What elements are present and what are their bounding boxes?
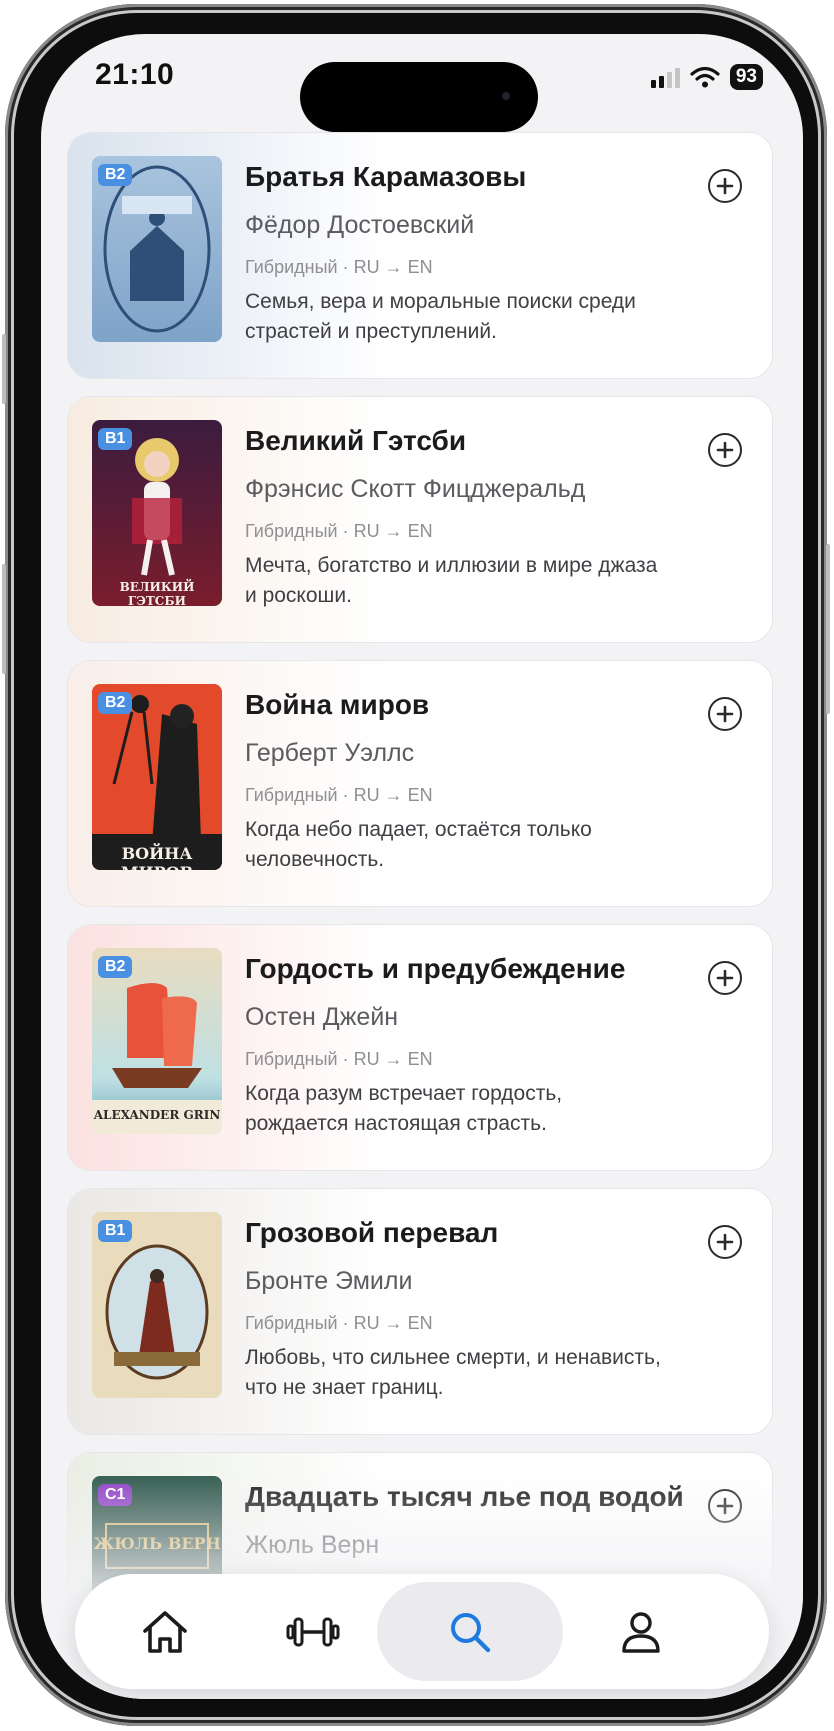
home-icon [143,1610,187,1653]
book-description: Семья, вера и моральные поиски среди стр… [245,290,636,343]
add-book-button[interactable] [708,433,742,467]
level-badge: B2 [98,164,133,186]
add-book-button[interactable] [708,169,742,203]
tab-search[interactable] [377,1574,563,1689]
book-meta: Гибридный · RU → EN [245,257,433,277]
book-meta: Гибридный · RU → EN [245,1313,433,1333]
book-author: Бронте Эмили [245,1267,413,1295]
status-time: 21:10 [95,58,175,91]
plus-icon [716,441,734,459]
side-button [2,564,6,674]
battery-indicator: 93 [729,64,763,90]
plus-icon [716,969,734,987]
book-description: Любовь, что сильнее смерти, и ненависть,… [245,1346,661,1399]
book-author: Фёдор Достоевский [245,211,475,239]
book-description: Когда небо падает, остаётся только челов… [245,818,592,871]
level-badge: B1 [98,428,133,450]
book-meta: Гибридный · RU → EN [245,521,433,541]
add-book-button[interactable] [708,697,742,731]
book-list: B2 Братья Карамазовы Фёдор Достоевский Гибр… [67,132,773,1699]
book-meta: Гибридный · RU → EN [245,1049,433,1069]
book-card[interactable]: ALEXANDER GRIN B2 Гордость и предубеждение… [67,924,773,1171]
level-badge: B1 [98,1220,133,1242]
tab-home[interactable] [105,1574,225,1689]
book-cover[interactable]: B1 [92,1212,222,1398]
book-card[interactable]: ВЕЛИКИЙ ГЭТСБИ B1 Великий Гэтсби Фрэнсис Ск… [67,396,773,643]
book-author: Фрэнсис Скотт Фицджеральд [245,475,586,503]
level-badge: B2 [98,956,133,978]
cover-title: ALEXANDER GRIN [93,1108,221,1122]
tab-bar [75,1574,769,1689]
search-icon [451,1612,491,1652]
app-screen: 21:10 93 B2 Братья Карамазовы Фёдор Достое… [41,34,803,1699]
book-description: Когда разум встречает гордость, рождаетс… [245,1082,563,1135]
book-card[interactable]: B1 Грозовой перевал Бронте Эмили Гибридный … [67,1188,773,1435]
book-author: Остен Джейн [245,1003,399,1031]
book-title: Война миров [245,689,430,720]
book-card[interactable]: ВОЙНА МИРОВ B2 Война миров Герберт Уэллс Гиб… [67,660,773,907]
book-title: Братья Карамазовы [245,161,527,192]
book-author: Герберт Уэллс [245,739,415,767]
wifi-icon [690,66,720,88]
add-book-button[interactable] [708,961,742,995]
side-button [2,334,6,404]
book-card[interactable]: B2 Братья Карамазовы Фёдор Достоевский Гибр… [67,132,773,379]
book-title: Великий Гэтсби [245,425,467,456]
level-badge: B2 [98,692,133,714]
profile-icon [622,1611,660,1653]
add-book-button[interactable] [708,1225,742,1259]
book-cover[interactable]: ВОЙНА МИРОВ B2 [92,684,222,870]
dumbbell-icon [286,1617,340,1646]
book-title: Гордость и предубеждение [245,953,626,984]
book-cover[interactable]: ALEXANDER GRIN B2 [92,948,222,1134]
tab-training[interactable] [253,1574,373,1689]
plus-icon [716,1233,734,1251]
tab-profile[interactable] [581,1574,701,1689]
status-indicators: 93 [650,64,763,90]
side-button [826,544,830,714]
plus-icon [716,177,734,195]
book-cover[interactable]: ВЕЛИКИЙ ГЭТСБИ B1 [92,420,222,606]
cover-title: ВЕЛИКИЙ ГЭТСБИ [119,580,195,606]
signal-icon [650,66,680,88]
cover-title: ВОЙНА МИРОВ [121,844,193,870]
book-title: Грозовой перевал [245,1217,499,1248]
plus-icon [716,705,734,723]
book-description: Мечта, богатство и иллюзии в мире джаза … [245,554,658,607]
dynamic-island [300,62,538,132]
phone-frame: 21:10 93 B2 Братья Карамазовы Фёдор Достое… [2,4,830,1726]
book-meta: Гибридный · RU → EN [245,785,433,805]
book-cover[interactable]: B2 [92,156,222,342]
